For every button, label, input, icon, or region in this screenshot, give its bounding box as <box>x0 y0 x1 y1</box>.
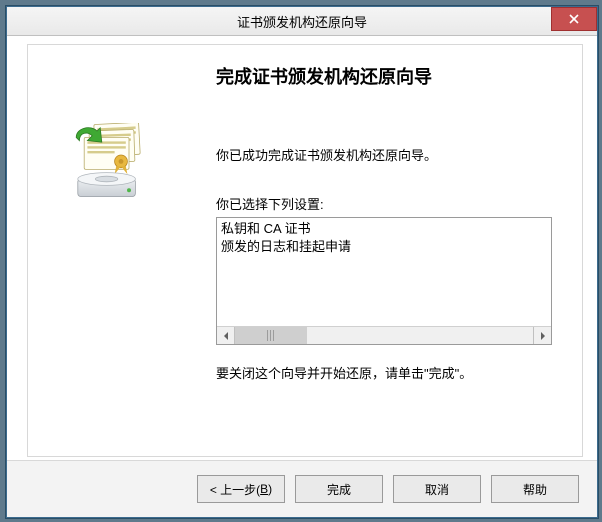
list-item: 私钥和 CA 证书 <box>221 220 547 238</box>
finish-button-label: 完成 <box>327 481 351 498</box>
close-button[interactable] <box>551 7 597 31</box>
wizard-window: 证书颁发机构还原向导 <box>6 6 598 518</box>
titlebar: 证书颁发机构还原向导 <box>7 7 597 36</box>
back-button[interactable]: < 上一步(B) <box>197 475 285 503</box>
wizard-body: 完成证书颁发机构还原向导 你已成功完成证书颁发机构还原向导。 你已选择下列设置:… <box>7 36 597 461</box>
wizard-sidebar <box>28 45 208 456</box>
horizontal-scrollbar[interactable] <box>217 326 551 344</box>
scrollbar-thumb[interactable] <box>235 327 307 344</box>
page-heading: 完成证书颁发机构还原向导 <box>216 63 568 89</box>
window-title: 证书颁发机构还原向导 <box>237 12 367 31</box>
scrollbar-track[interactable] <box>235 327 533 344</box>
help-button[interactable]: 帮助 <box>491 475 579 503</box>
settings-list-content: 私钥和 CA 证书 颁发的日志和挂起申请 <box>221 220 547 326</box>
help-button-label: 帮助 <box>523 481 547 498</box>
scroll-right-arrow-icon[interactable] <box>533 327 551 344</box>
list-item: 颁发的日志和挂起申请 <box>221 238 547 256</box>
wizard-panel: 完成证书颁发机构还原向导 你已成功完成证书颁发机构还原向导。 你已选择下列设置:… <box>27 44 583 457</box>
settings-label: 你已选择下列设置: <box>216 194 568 213</box>
settings-listbox: 私钥和 CA 证书 颁发的日志和挂起申请 <box>216 217 552 345</box>
wizard-content: 完成证书颁发机构还原向导 你已成功完成证书颁发机构还原向导。 你已选择下列设置:… <box>216 55 568 446</box>
finish-button[interactable]: 完成 <box>295 475 383 503</box>
back-button-suffix: ) <box>268 482 272 496</box>
cancel-button[interactable]: 取消 <box>393 475 481 503</box>
instruction-text: 要关闭这个向导并开始还原，请单击"完成"。 <box>216 363 568 382</box>
cancel-button-label: 取消 <box>425 481 449 498</box>
success-text: 你已成功完成证书颁发机构还原向导。 <box>216 145 568 164</box>
back-button-prefix: < 上一步( <box>210 481 260 498</box>
wizard-icon <box>68 123 158 203</box>
button-row: < 上一步(B) 完成 取消 帮助 <box>7 460 597 517</box>
close-icon <box>569 14 579 24</box>
scroll-left-arrow-icon[interactable] <box>217 327 235 344</box>
back-button-hotkey: B <box>260 482 268 496</box>
